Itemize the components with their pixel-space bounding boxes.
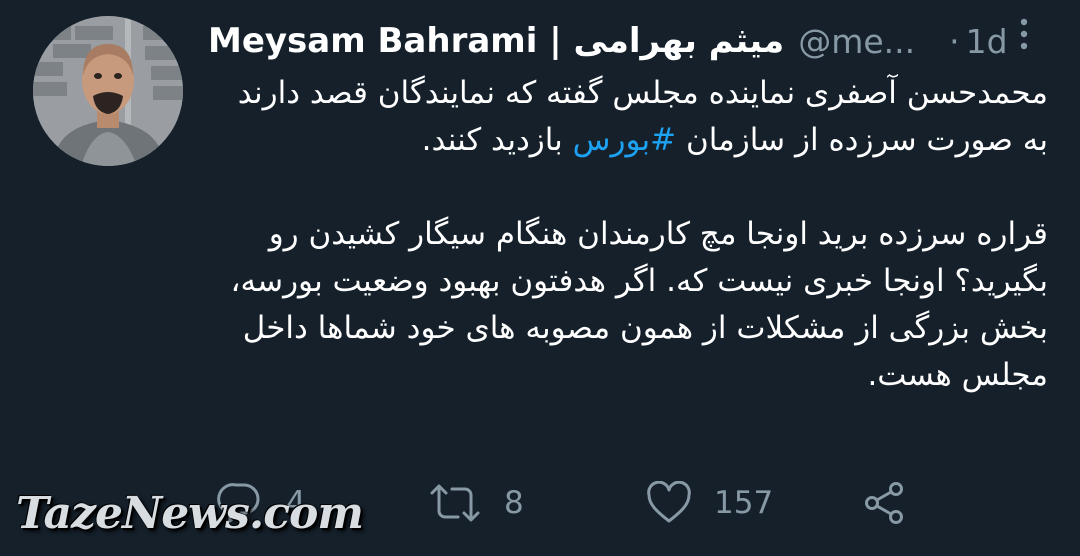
avatar[interactable] <box>33 16 183 166</box>
retweet-button[interactable]: 8 <box>428 478 524 528</box>
reply-icon <box>217 483 260 523</box>
tweet-timestamp[interactable]: 1d <box>966 22 1008 61</box>
reply-count: 4 <box>286 485 306 521</box>
like-count: 157 <box>714 485 774 521</box>
display-name[interactable]: Meysam Bahrami | میثم بهرامی <box>208 21 784 61</box>
tweet-text: محمدحسن آصفری نماینده مجلس گفته که نماین… <box>210 70 1048 399</box>
tweet-header: Meysam Bahrami | میثم بهرامی @me... · 1d <box>208 14 1068 68</box>
share-icon <box>865 482 903 524</box>
hashtag-link[interactable]: #بورس <box>573 122 676 158</box>
tweet-paragraph: قراره سرزده برید اونجا مچ کارمندان هنگام… <box>230 216 1048 393</box>
heart-icon <box>647 481 691 523</box>
user-handle[interactable]: @me... <box>798 22 915 61</box>
tweet-actions: 4 8 157 <box>0 474 1080 534</box>
avatar-photo <box>33 16 183 166</box>
retweet-icon <box>430 484 480 522</box>
separator-dot: · <box>949 21 960 61</box>
tweet-card[interactable]: Meysam Bahrami | میثم بهرامی @me... · 1d… <box>0 0 1080 556</box>
more-options-icon[interactable] <box>1012 14 1036 54</box>
reply-button[interactable]: 4 <box>216 478 306 528</box>
like-button[interactable]: 157 <box>646 478 773 528</box>
tweet-paragraph: محمدحسن آصفری نماینده مجلس گفته که نماین… <box>210 70 1048 164</box>
tweet-text-segment: بازدید کنند. <box>421 122 573 158</box>
share-button[interactable] <box>860 478 908 528</box>
retweet-count: 8 <box>504 485 524 521</box>
